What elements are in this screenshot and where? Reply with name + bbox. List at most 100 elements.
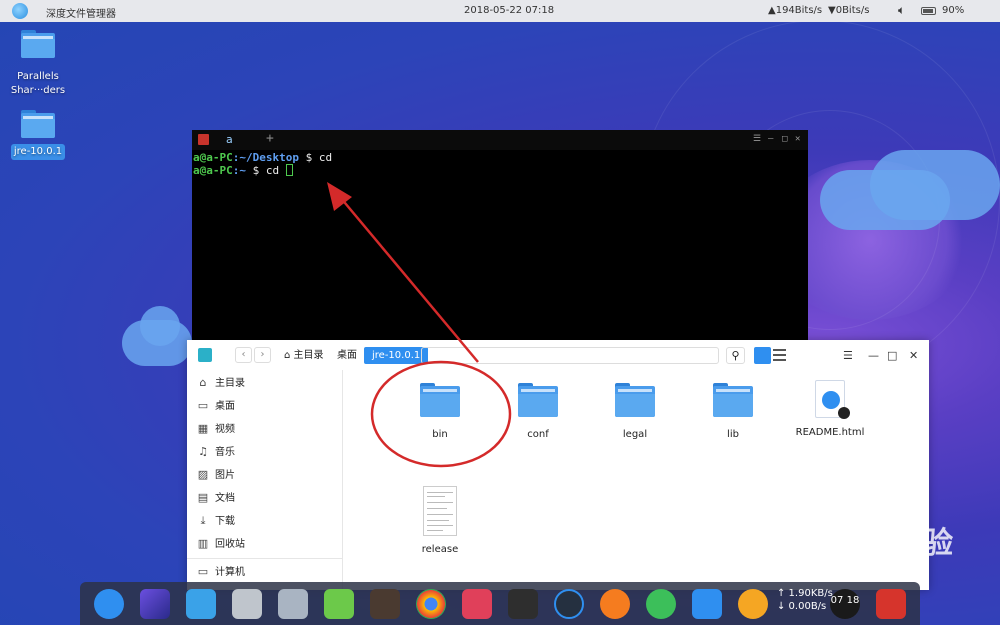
trash-dock-icon[interactable] (876, 589, 906, 619)
folder-icon (21, 110, 55, 138)
file-name: bin (432, 429, 448, 440)
sidebar-item-label: 主目录 (215, 378, 245, 389)
desktop-icon-label: Shar···ders (10, 85, 66, 96)
terminal-output[interactable]: a@a-PC:~/Desktop $ cd a@a-PC:~ $ cd (193, 151, 332, 177)
forward-button[interactable]: › (254, 347, 271, 363)
battery-icon[interactable] (921, 7, 936, 15)
sidebar-item-videos[interactable]: ▦ 视频 (197, 420, 235, 438)
search-icon[interactable]: ⚲ (726, 347, 745, 364)
minimize-icon[interactable]: — (868, 349, 879, 362)
file-item-bin[interactable]: bin (395, 383, 485, 440)
picture-icon: ▨ (197, 468, 209, 481)
volume-icon[interactable]: 🔈︎ (898, 3, 905, 18)
breadcrumb-home[interactable]: ⌂ 主目录 (284, 347, 324, 364)
video-player-icon[interactable] (370, 589, 400, 619)
mixer-icon[interactable] (462, 589, 492, 619)
file-item-conf[interactable]: conf (493, 383, 583, 440)
sidebar-item-label: 音乐 (215, 447, 235, 458)
breadcrumb-current[interactable]: jre-10.0.1 (364, 347, 429, 364)
file-item-legal[interactable]: legal (590, 383, 680, 440)
text-cursor (285, 164, 293, 176)
clock-text: 07 18 (830, 595, 860, 606)
sidebar-item-documents[interactable]: ▤ 文档 (197, 489, 235, 507)
breadcrumb-desktop[interactable]: 桌面 (337, 347, 357, 364)
sidebar: ⌂ 主目录 ▭ 桌面 ▦ 视频 ♫ 音乐 ▨ 图片 ▤ 文档 ⤓ 下载 ▥ 回收站 ▭ 计算机 (187, 370, 343, 590)
baidu-watermark: Bai du 经验 jingyan.baidu.com (768, 518, 954, 577)
power-icon[interactable] (646, 589, 676, 619)
shared-folder-icon (21, 30, 55, 58)
sidebar-item-label: 文档 (215, 493, 235, 504)
close-icon[interactable]: ✕ (795, 134, 800, 144)
terminal-line: a@a-PC:~/Desktop $ cd (193, 151, 332, 164)
computer-icon: ▭ (197, 565, 209, 578)
sidebar-item-label: 回收站 (215, 539, 245, 550)
app-store-icon[interactable] (278, 589, 308, 619)
wallpaper-cloud (870, 150, 1000, 220)
minimize-icon[interactable]: — (768, 134, 773, 144)
active-app-title: 深度文件管理器 (46, 9, 116, 20)
close-icon[interactable]: ✕ (909, 349, 918, 362)
maximize-icon[interactable]: □ (782, 134, 787, 144)
folder-icon (518, 383, 558, 417)
prompt-user: a@a-PC (193, 164, 233, 177)
file-name: release (421, 544, 459, 555)
multitasking-icon[interactable] (140, 589, 170, 619)
file-name: legal (622, 429, 648, 440)
installer-icon[interactable] (600, 589, 630, 619)
file-item-readme[interactable]: README.html (785, 380, 875, 438)
desktop-icon-jre-folder[interactable]: jre-10.0.1 (6, 110, 70, 160)
sidebar-item-pictures[interactable]: ▨ 图片 (197, 466, 235, 484)
video-icon: ▦ (197, 422, 209, 435)
desktop-icon-label: Parallels (17, 71, 59, 82)
chrome-icon[interactable] (416, 589, 446, 619)
desktop-icon-parallels-shared[interactable]: Parallels Shar···ders (6, 30, 70, 98)
terminal-tab[interactable]: a (226, 133, 233, 146)
menu-icon[interactable]: ☰ (753, 134, 761, 144)
prompt-user: a@a-PC (193, 151, 233, 164)
clock-icon[interactable]: 07 18 (830, 589, 860, 619)
terminal-window[interactable]: a + ☰ — □ ✕ a@a-PC:~/Desktop $ cd a@a-PC… (192, 130, 808, 346)
sidebar-divider (187, 558, 342, 559)
screen-recorder-icon[interactable] (554, 589, 584, 619)
files-icon[interactable] (232, 589, 262, 619)
new-tab-button[interactable]: + (266, 131, 274, 146)
watermark-url: jingyan.baidu.com (772, 562, 892, 577)
back-button[interactable]: ‹ (235, 347, 252, 363)
sidebar-item-label: 计算机 (215, 567, 245, 578)
list-view-button[interactable] (773, 349, 786, 361)
lock-icon (838, 407, 850, 419)
deepin-launcher-icon[interactable] (12, 3, 28, 19)
file-item-release[interactable]: release (395, 486, 485, 555)
trash-icon: ▥ (197, 537, 209, 550)
prompt-path: :~/Desktop (232, 151, 299, 164)
datetime[interactable]: 2018-05-22 07:18 (464, 5, 554, 16)
icon-view-button[interactable] (754, 347, 771, 364)
sidebar-item-downloads[interactable]: ⤓ 下载 (197, 512, 235, 530)
net-upload: ↑ 1.90KB/s (777, 588, 833, 599)
sidebar-item-computer[interactable]: ▭ 计算机 (197, 563, 245, 581)
update-icon[interactable] (738, 589, 768, 619)
sidebar-item-home[interactable]: ⌂ 主目录 (197, 374, 246, 392)
sidebar-item-trash[interactable]: ▥ 回收站 (197, 535, 245, 553)
wallpaper-cloud (140, 306, 180, 346)
music-player-icon[interactable] (324, 589, 354, 619)
maximize-icon[interactable]: □ (887, 349, 897, 362)
address-bar[interactable] (421, 347, 719, 364)
sidebar-item-music[interactable]: ♫ 音乐 (197, 443, 235, 461)
sidebar-item-desktop[interactable]: ▭ 桌面 (197, 397, 235, 415)
folder-icon (615, 383, 655, 417)
menu-icon[interactable]: ☰ (843, 349, 853, 362)
document-icon: ▤ (197, 491, 209, 504)
home-icon: ⌂ (284, 350, 291, 361)
home-icon: ⌂ (199, 376, 207, 389)
file-manager-alt-icon[interactable] (692, 589, 722, 619)
file-manager-dock-icon[interactable] (186, 589, 216, 619)
text-file-icon (423, 486, 457, 536)
upload-speed-value: 194Bits/s (775, 5, 823, 16)
file-item-lib[interactable]: lib (688, 383, 778, 440)
breadcrumb-label: 主目录 (293, 350, 324, 361)
terminal-dock-icon[interactable] (508, 589, 538, 619)
launcher-icon[interactable] (94, 589, 124, 619)
watermark-brand: Bai du 经验 (768, 526, 955, 561)
upload-speed: ▲194Bits/s (768, 5, 823, 16)
